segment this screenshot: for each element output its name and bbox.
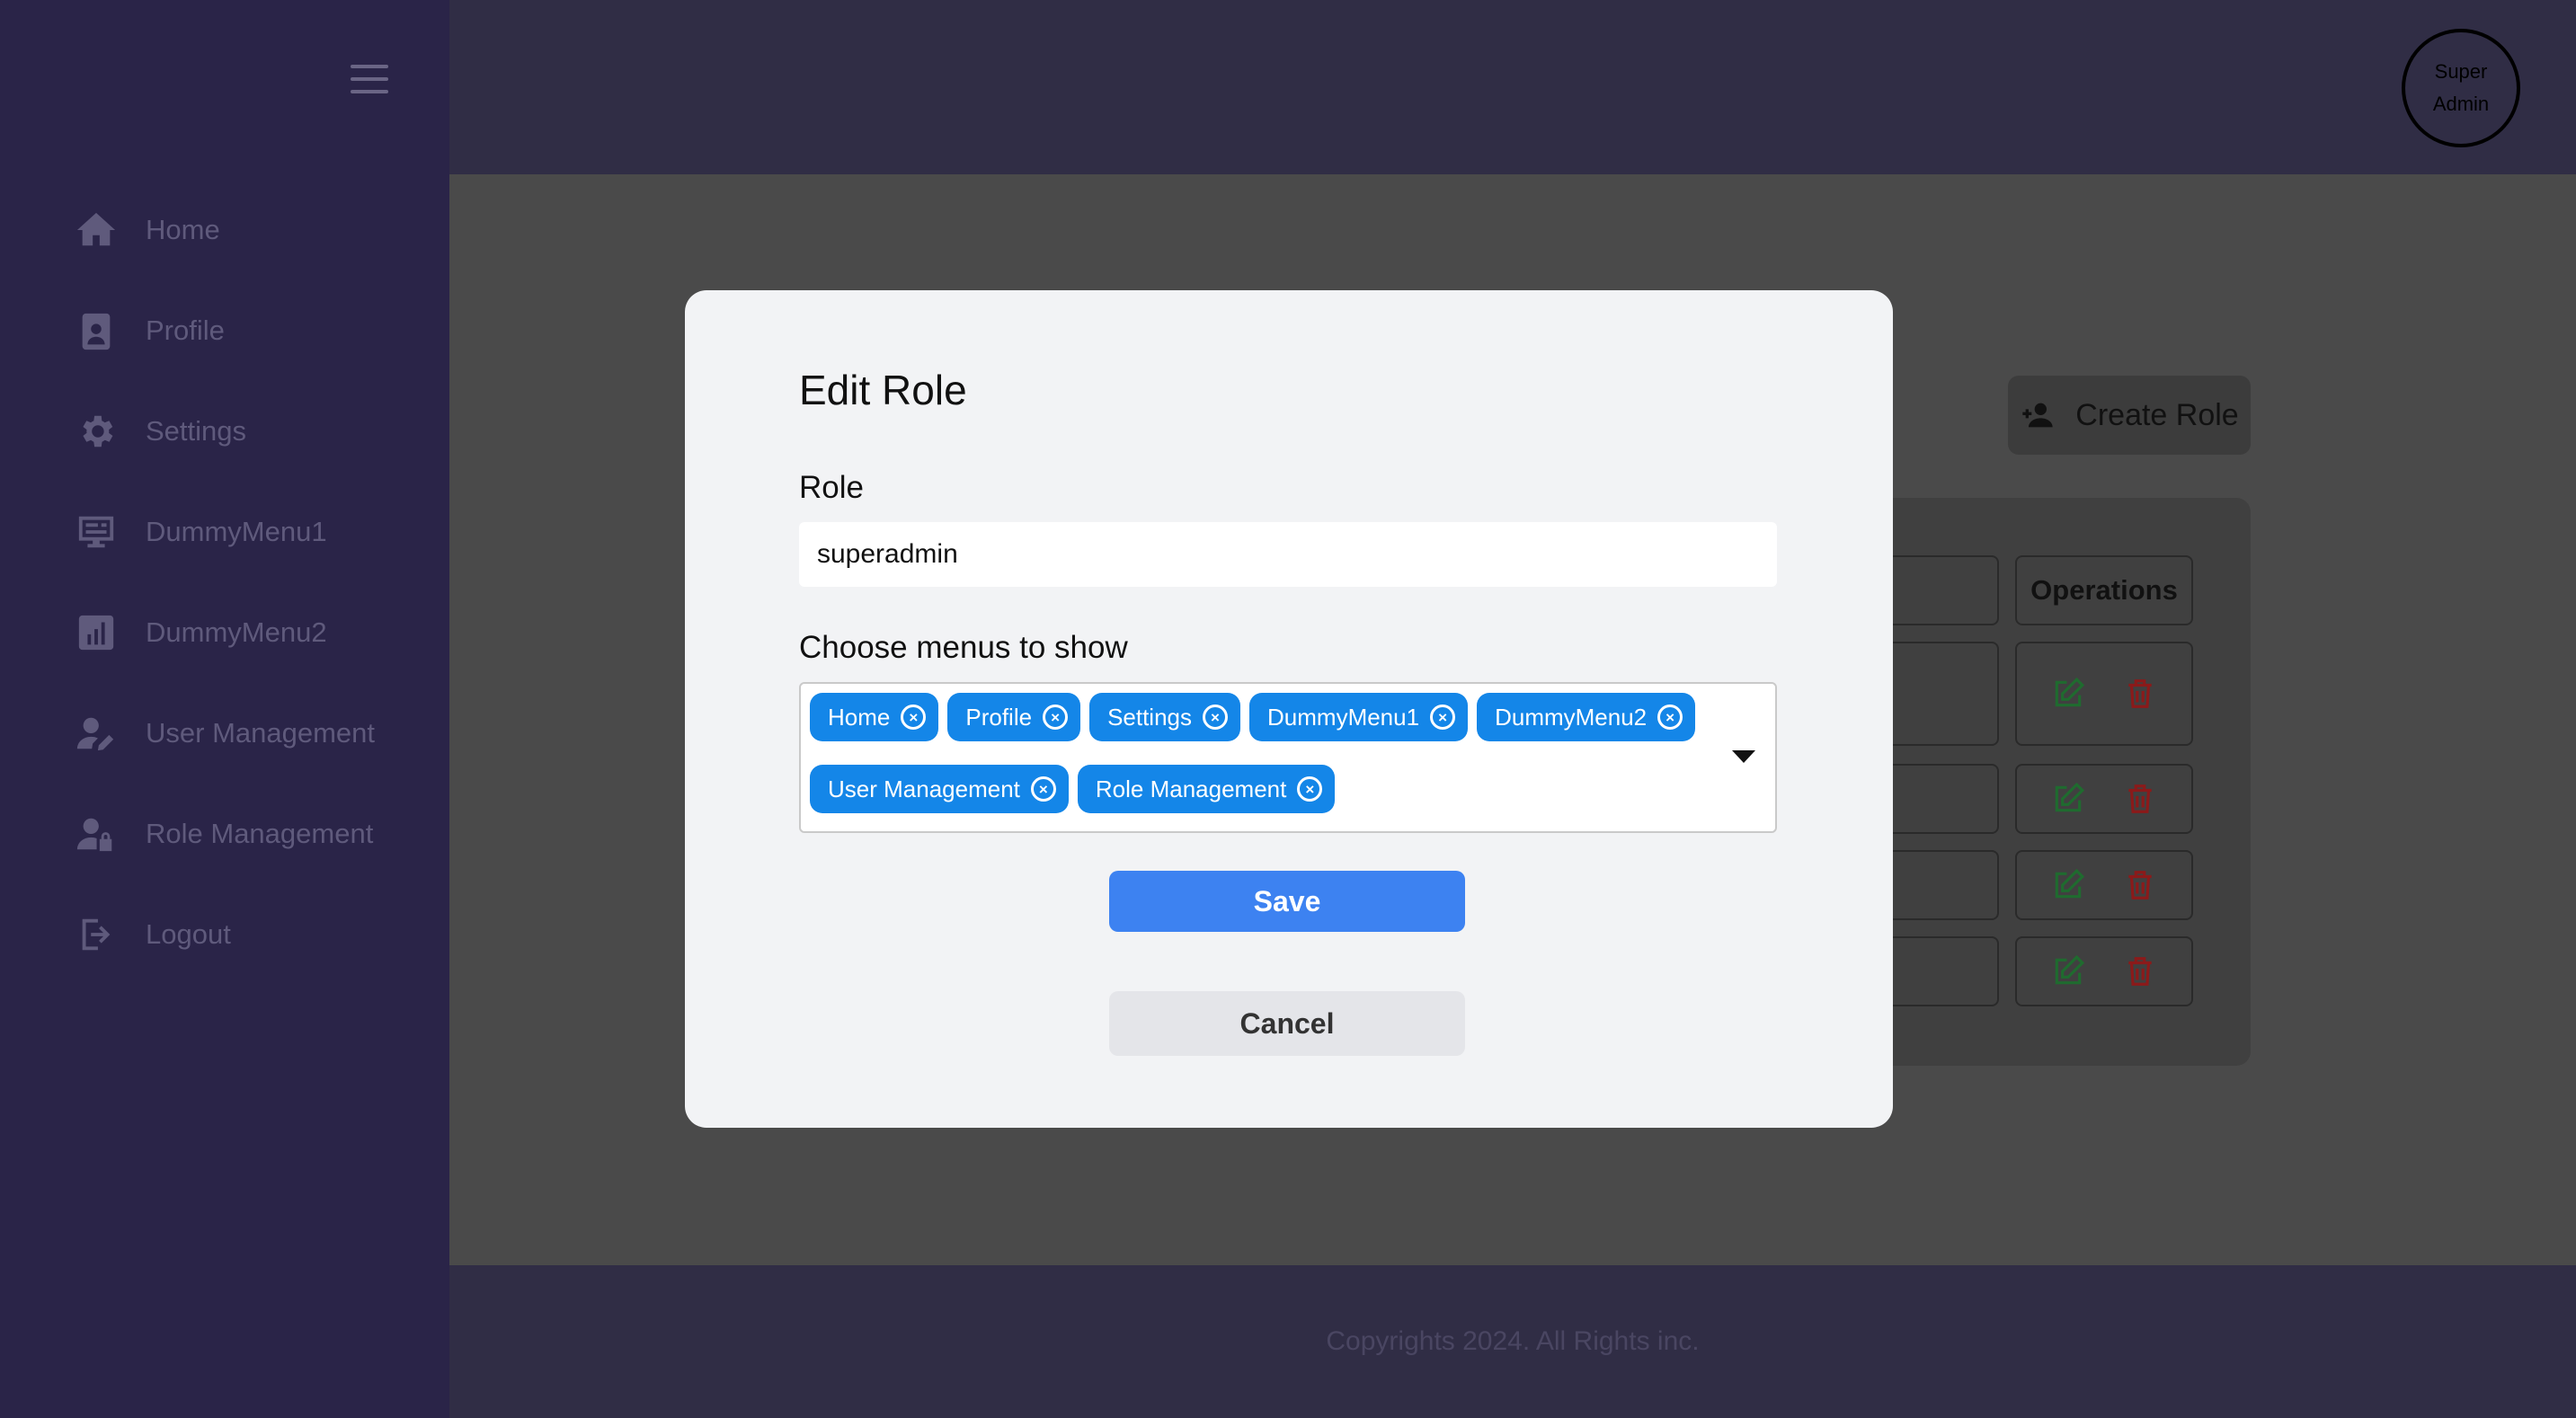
footer: Copyrights 2024. All Rights inc.: [449, 1265, 2576, 1418]
top-bar: [449, 0, 2576, 174]
menu-chip-dummymenu2: DummyMenu2 ×: [1477, 693, 1696, 741]
menu-chip-user-management: User Management ×: [810, 765, 1069, 813]
delete-icon[interactable]: [2123, 868, 2157, 902]
sidebar-item-dummymenu2[interactable]: DummyMenu2: [0, 582, 449, 683]
user-lock-icon: [74, 811, 119, 856]
sidebar-item-label: Logout: [146, 918, 231, 950]
remove-chip-icon[interactable]: ×: [1030, 776, 1056, 802]
table-row-operations: [2015, 642, 2193, 746]
sidebar-item-logout[interactable]: Logout: [0, 884, 449, 985]
table-row-operations: [2015, 850, 2193, 920]
save-button[interactable]: Save: [1109, 871, 1465, 932]
sidebar-item-label: Profile: [146, 315, 225, 346]
sidebar-item-label: DummyMenu1: [146, 516, 327, 547]
selected-menu-chips: Home × Profile × Settings × DummyMenu1 ×…: [810, 693, 1709, 813]
table-row-operations: [2015, 764, 2193, 834]
dropdown-caret-icon[interactable]: [1732, 750, 1755, 763]
create-role-button[interactable]: Create Role: [2008, 376, 2251, 455]
modal-title: Edit Role: [799, 367, 967, 413]
gear-icon: [74, 409, 119, 454]
remove-chip-icon[interactable]: ×: [1430, 705, 1456, 730]
edit-role-modal: Edit Role Role Choose menus to show Home…: [685, 290, 1893, 1128]
sidebar-item-label: DummyMenu2: [146, 616, 327, 648]
add-user-icon: [2022, 403, 2053, 428]
chip-label: Home: [828, 703, 891, 731]
remove-chip-icon[interactable]: ×: [1043, 705, 1069, 730]
sidebar-item-home[interactable]: Home: [0, 180, 449, 280]
logout-icon: [74, 912, 119, 957]
sidebar-item-role-management[interactable]: Role Management: [0, 784, 449, 884]
remove-chip-icon[interactable]: ×: [901, 705, 927, 730]
menu-chip-settings: Settings ×: [1089, 693, 1241, 741]
copyright-text: Copyrights 2024. All Rights inc.: [1326, 1326, 1700, 1356]
role-input[interactable]: [799, 522, 1777, 587]
edit-icon[interactable]: [2051, 782, 2085, 816]
chip-label: Role Management: [1095, 775, 1287, 802]
sidebar-item-label: User Management: [146, 717, 376, 749]
edit-icon[interactable]: [2051, 868, 2085, 902]
edit-icon[interactable]: [2051, 677, 2085, 711]
menus-multiselect[interactable]: Home × Profile × Settings × DummyMenu1 ×…: [799, 682, 1777, 833]
delete-icon[interactable]: [2123, 782, 2157, 816]
avatar-line-2: Admin: [2432, 93, 2490, 115]
menu-chip-home: Home ×: [810, 693, 939, 741]
sidebar: Home Profile Settings DummyMenu1 DummyMe…: [0, 0, 449, 1418]
chip-label: User Management: [828, 775, 1020, 802]
sidebar-item-label: Settings: [146, 415, 247, 447]
avatar-line-1: Super: [2434, 60, 2488, 83]
roles-table: Operations: [1870, 498, 2251, 1066]
cancel-button[interactable]: Cancel: [1109, 991, 1465, 1056]
remove-chip-icon[interactable]: ×: [1203, 705, 1229, 730]
delete-icon[interactable]: [2123, 954, 2157, 988]
chart-icon: [74, 610, 119, 655]
user-avatar[interactable]: Super Admin: [2402, 29, 2520, 147]
remove-chip-icon[interactable]: ×: [1297, 776, 1323, 802]
sidebar-item-settings[interactable]: Settings: [0, 381, 449, 482]
profile-badge-icon: [74, 308, 119, 353]
user-edit-icon: [74, 711, 119, 756]
menu-chip-profile: Profile ×: [947, 693, 1081, 741]
menu-chip-dummymenu1: DummyMenu1 ×: [1249, 693, 1469, 741]
home-icon: [74, 208, 119, 253]
chip-label: DummyMenu2: [1495, 703, 1648, 731]
role-label: Role: [799, 470, 864, 505]
delete-icon[interactable]: [2123, 677, 2157, 711]
create-role-label: Create Role: [2075, 397, 2239, 432]
menu-chip-role-management: Role Management ×: [1077, 765, 1336, 813]
sidebar-item-user-management[interactable]: User Management: [0, 683, 449, 784]
table-header-operations: Operations: [2015, 555, 2193, 625]
chip-label: DummyMenu1: [1267, 703, 1420, 731]
table-row-operations: [2015, 936, 2193, 1006]
hamburger-menu-icon[interactable]: [351, 65, 388, 93]
edit-icon[interactable]: [2051, 954, 2085, 988]
chip-label: Settings: [1107, 703, 1193, 731]
chip-label: Profile: [965, 703, 1033, 731]
sidebar-nav: Home Profile Settings DummyMenu1 DummyMe…: [0, 180, 449, 985]
menus-label: Choose menus to show: [799, 630, 1128, 665]
monitor-icon: [74, 510, 119, 554]
remove-chip-icon[interactable]: ×: [1657, 705, 1683, 730]
sidebar-item-profile[interactable]: Profile: [0, 280, 449, 381]
sidebar-item-dummymenu1[interactable]: DummyMenu1: [0, 482, 449, 582]
sidebar-item-label: Role Management: [146, 818, 374, 849]
sidebar-item-label: Home: [146, 214, 220, 245]
